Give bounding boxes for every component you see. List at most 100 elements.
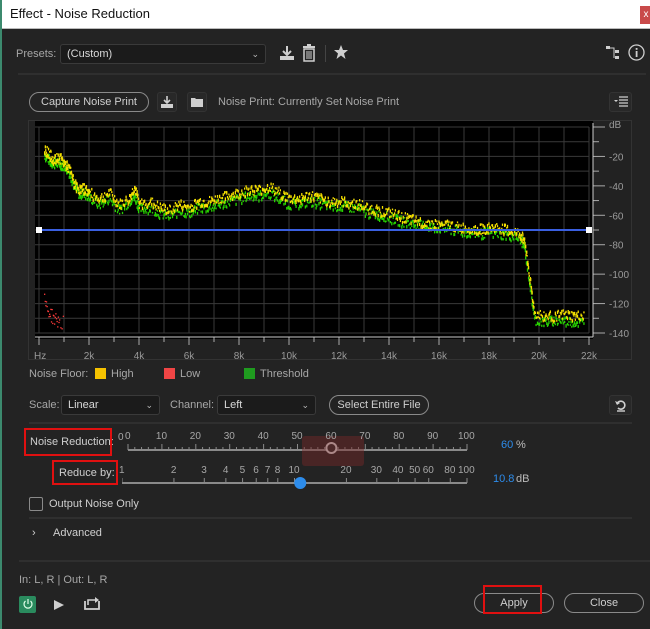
noise-reduction-tick-label: 20	[189, 431, 201, 442]
data-point	[254, 190, 256, 194]
data-point	[154, 211, 157, 216]
data-point	[226, 191, 228, 195]
data-point	[419, 217, 422, 221]
data-point	[548, 320, 550, 324]
data-point	[91, 187, 93, 191]
data-point	[257, 187, 259, 191]
data-point	[80, 190, 82, 195]
data-point	[144, 199, 146, 203]
data-point	[119, 206, 121, 210]
data-point	[379, 211, 382, 214]
data-point	[374, 213, 377, 217]
noise-floor-graph[interactable]: Hz 2k 4k 6k 8k 10k 12k 14k 16k 18k 20k 22k dB -20 -40 -…	[28, 120, 633, 362]
info-icon[interactable]	[628, 44, 645, 61]
data-point	[465, 230, 467, 234]
data-point	[344, 196, 346, 200]
data-point	[574, 321, 576, 325]
data-point	[234, 195, 236, 198]
noise-reduction-tick-label: 40	[257, 431, 269, 442]
noise-reduction-tick-label: 80	[393, 431, 405, 442]
data-point	[151, 202, 153, 207]
data-point	[561, 317, 564, 320]
noise-floor-chart[interactable]: Hz 2k 4k 6k 8k 10k 12k 14k 16k 18k 20k 22k dB -20 -40 -…	[29, 120, 633, 362]
data-point	[567, 324, 569, 326]
noise-reduction-tick-label: 0	[125, 431, 131, 442]
data-point	[562, 309, 564, 312]
open-noise-print-button[interactable]	[187, 92, 207, 112]
power-toggle-button[interactable]	[19, 596, 36, 613]
data-point	[173, 205, 175, 208]
select-entire-file-button[interactable]: Select Entire File	[329, 395, 429, 415]
advanced-toggle[interactable]: Advanced	[53, 527, 102, 539]
data-point	[96, 194, 98, 199]
capture-noise-print-button[interactable]: Capture Noise Print	[29, 92, 149, 112]
data-point	[85, 185, 88, 188]
chevron-right-icon[interactable]: ›	[32, 527, 36, 539]
loop-preview-button[interactable]	[84, 596, 100, 610]
play-preview-button[interactable]	[53, 598, 65, 610]
x-tick-label: 16k	[431, 351, 448, 361]
close-button[interactable]: Close	[564, 593, 644, 613]
data-point	[83, 196, 85, 199]
routing-icon[interactable]	[606, 46, 620, 60]
data-point	[309, 192, 311, 195]
data-point	[264, 190, 267, 194]
data-point	[424, 224, 427, 228]
noise-print-menu-button[interactable]	[609, 92, 632, 112]
data-point	[353, 198, 355, 201]
data-point	[103, 199, 105, 203]
scale-dropdown[interactable]: Linear ⌄	[61, 395, 160, 415]
data-point	[87, 196, 90, 199]
data-point	[450, 232, 452, 236]
close-window-button[interactable]: x	[640, 6, 650, 24]
data-point	[401, 221, 404, 224]
data-point	[412, 221, 414, 225]
data-point	[368, 212, 370, 216]
presets-dropdown[interactable]: (Custom) ⌄	[60, 44, 266, 64]
delete-preset-icon[interactable]	[301, 44, 317, 62]
data-point	[194, 198, 197, 202]
data-point	[571, 310, 573, 314]
data-point	[536, 316, 538, 319]
output-noise-only-checkbox[interactable]	[29, 497, 43, 511]
data-point	[235, 202, 237, 206]
data-point	[464, 234, 466, 238]
data-point	[402, 215, 404, 219]
data-point	[284, 201, 287, 205]
data-point	[411, 225, 413, 228]
reduce-by-value[interactable]: 10.8	[493, 473, 514, 485]
data-point	[192, 209, 194, 212]
data-point	[276, 199, 279, 202]
reduce-by-thumb[interactable]	[294, 477, 307, 489]
save-noise-print-button[interactable]	[157, 92, 177, 112]
channel-label: Channel:	[170, 399, 215, 411]
data-point	[382, 214, 384, 218]
data-point	[409, 222, 411, 225]
data-point	[407, 219, 409, 223]
data-point	[45, 305, 47, 307]
reduce-by-slider[interactable]	[122, 474, 477, 494]
data-point	[526, 254, 528, 257]
data-point	[231, 193, 233, 197]
data-point	[222, 193, 224, 197]
data-point	[244, 195, 247, 199]
data-point	[527, 263, 529, 267]
data-point	[301, 193, 303, 196]
data-point	[244, 191, 247, 195]
noise-reduction-slider[interactable]	[122, 440, 477, 460]
data-point	[359, 208, 362, 212]
channel-dropdown[interactable]: Left ⌄	[217, 395, 316, 415]
data-point	[416, 223, 419, 226]
data-point	[484, 236, 486, 239]
data-point	[429, 220, 431, 224]
data-point	[330, 202, 332, 205]
favorite-star-icon[interactable]	[333, 44, 349, 60]
data-point	[312, 205, 314, 207]
data-point	[137, 197, 140, 201]
reset-graph-button[interactable]	[609, 395, 632, 415]
data-point	[85, 197, 87, 201]
data-point	[326, 207, 328, 211]
save-preset-icon[interactable]	[278, 44, 296, 62]
noise-reduction-value[interactable]: 60	[501, 439, 513, 451]
data-point	[364, 214, 367, 218]
